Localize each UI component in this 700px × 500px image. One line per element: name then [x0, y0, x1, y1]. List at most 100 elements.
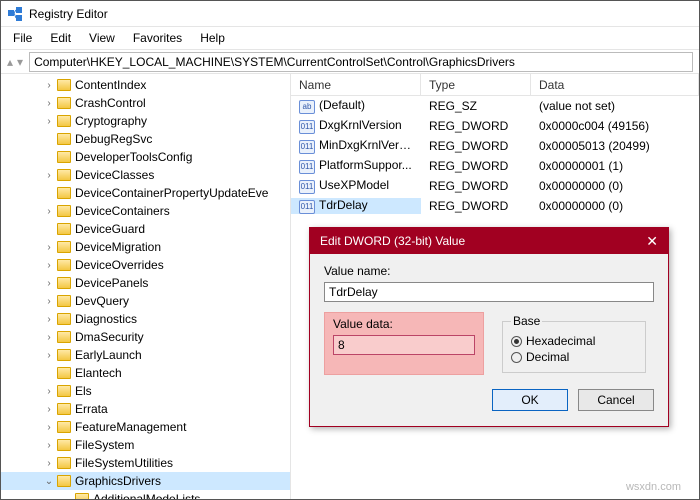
dword-value-icon — [299, 160, 315, 174]
chevron-right-icon[interactable]: › — [43, 404, 55, 415]
tree-item[interactable]: DebugRegSvc — [1, 130, 290, 148]
tree-item[interactable]: ›FeatureManagement — [1, 418, 290, 436]
tree-item[interactable]: Elantech — [1, 364, 290, 382]
value-data-label: Value data: — [333, 317, 475, 331]
down-icon[interactable]: ▾ — [17, 55, 23, 69]
chevron-right-icon[interactable]: › — [43, 440, 55, 451]
folder-icon — [57, 205, 71, 217]
tree-item[interactable]: › Els — [1, 382, 290, 400]
folder-icon — [75, 493, 89, 499]
tree-item[interactable]: › DeviceOverrides — [1, 256, 290, 274]
dword-value-icon — [299, 180, 315, 194]
tree-item-label: Errata — [75, 402, 108, 416]
folder-icon — [57, 241, 71, 253]
radio-dec[interactable]: Decimal — [511, 350, 637, 364]
tree-item[interactable]: ›EarlyLaunch — [1, 346, 290, 364]
value-name: TdrDelay — [319, 198, 368, 212]
chevron-right-icon[interactable]: › — [43, 458, 55, 469]
folder-icon — [57, 187, 71, 199]
value-name: UseXPModel — [319, 178, 389, 192]
tree-item-label: ContentIndex — [75, 78, 146, 92]
tree-panel[interactable]: ›ContentIndex›CrashControl›CryptographyD… — [1, 74, 291, 499]
chevron-right-icon[interactable]: › — [43, 386, 55, 397]
tree-item[interactable]: ⌄ GraphicsDrivers — [1, 472, 290, 490]
tree-item-label: GraphicsDrivers — [75, 474, 161, 488]
chevron-right-icon[interactable]: › — [43, 242, 55, 253]
tree-item[interactable]: › Cryptography — [1, 112, 290, 130]
base-group: Base Hexadecimal Decimal — [494, 312, 654, 375]
chevron-right-icon[interactable]: › — [43, 422, 55, 433]
menu-file[interactable]: File — [5, 29, 40, 47]
address-input[interactable]: Computer\HKEY_LOCAL_MACHINE\SYSTEM\Curre… — [29, 52, 693, 72]
menu-edit[interactable]: Edit — [42, 29, 79, 47]
tree-item[interactable]: ›DevicePanels — [1, 274, 290, 292]
list-row[interactable]: (Default)REG_SZ(value not set) — [291, 96, 699, 116]
list-row[interactable]: DxgKrnlVersionREG_DWORD0x0000c004 (49156… — [291, 116, 699, 136]
tree-item[interactable]: ›DeviceClasses — [1, 166, 290, 184]
list-row[interactable]: UseXPModelREG_DWORD0x00000000 (0) — [291, 176, 699, 196]
value-name-input[interactable]: TdrDelay — [324, 282, 654, 302]
tree-item[interactable]: ›CrashControl — [1, 94, 290, 112]
base-label: Base — [511, 314, 542, 328]
folder-icon — [57, 259, 71, 271]
tree-item[interactable]: › Errata — [1, 400, 290, 418]
radio-hex[interactable]: Hexadecimal — [511, 334, 637, 348]
folder-icon — [57, 349, 71, 361]
list-row[interactable]: PlatformSuppor...REG_DWORD0x00000001 (1) — [291, 156, 699, 176]
registry-editor-window: Registry Editor File Edit View Favorites… — [0, 0, 700, 500]
menu-view[interactable]: View — [81, 29, 123, 47]
chevron-right-icon[interactable]: › — [43, 80, 55, 91]
tree-item-label: FileSystemUtilities — [75, 456, 173, 470]
list-row[interactable]: MinDxgKrnlVersi...REG_DWORD0x00005013 (2… — [291, 136, 699, 156]
tree-item-label: DeviceContainerPropertyUpdateEve — [75, 186, 268, 200]
value-data-input[interactable]: 8 — [333, 335, 475, 355]
tree-item[interactable]: ›Diagnostics — [1, 310, 290, 328]
tree-item[interactable]: ›DmaSecurity — [1, 328, 290, 346]
tree-item-label: DebugRegSvc — [75, 132, 152, 146]
folder-icon — [57, 169, 71, 181]
chevron-right-icon[interactable]: › — [43, 332, 55, 343]
up-icon[interactable]: ▴ — [7, 55, 13, 69]
chevron-right-icon[interactable]: › — [43, 116, 55, 127]
tree-item[interactable]: DeviceGuard — [1, 220, 290, 238]
col-name[interactable]: Name — [291, 74, 421, 95]
close-icon[interactable]: ✕ — [646, 233, 658, 250]
col-data[interactable]: Data — [531, 74, 699, 95]
menu-favorites[interactable]: Favorites — [125, 29, 190, 47]
chevron-right-icon[interactable]: › — [43, 260, 55, 271]
chevron-right-icon[interactable]: › — [43, 170, 55, 181]
cancel-button[interactable]: Cancel — [578, 389, 654, 411]
tree-item-label: Els — [75, 384, 92, 398]
chevron-right-icon[interactable]: › — [43, 278, 55, 289]
list-row[interactable]: TdrDelayREG_DWORD0x00000000 (0) — [291, 196, 699, 216]
tree-item-label: DeviceMigration — [75, 240, 161, 254]
chevron-down-icon[interactable]: ⌄ — [43, 476, 55, 487]
folder-icon — [57, 367, 71, 379]
tree-item-label: Cryptography — [75, 114, 147, 128]
folder-icon — [57, 403, 71, 415]
chevron-right-icon[interactable]: › — [43, 206, 55, 217]
menu-help[interactable]: Help — [192, 29, 233, 47]
ok-button[interactable]: OK — [492, 389, 568, 411]
tree-item[interactable]: ›DevQuery — [1, 292, 290, 310]
dialog-titlebar[interactable]: Edit DWORD (32-bit) Value ✕ — [310, 228, 668, 254]
tree-item[interactable]: DeveloperToolsConfig — [1, 148, 290, 166]
tree-item[interactable]: ›DeviceContainers — [1, 202, 290, 220]
chevron-right-icon[interactable]: › — [43, 296, 55, 307]
folder-icon — [57, 313, 71, 325]
tree-item[interactable]: DeviceContainerPropertyUpdateEve — [1, 184, 290, 202]
tree-item-label: DeviceOverrides — [75, 258, 164, 272]
tree-item[interactable]: › DeviceMigration — [1, 238, 290, 256]
folder-icon — [57, 133, 71, 145]
col-type[interactable]: Type — [421, 74, 531, 95]
tree-item[interactable]: › ContentIndex — [1, 76, 290, 94]
tree-item[interactable]: › FileSystemUtilities — [1, 454, 290, 472]
tree-item[interactable]: AdditionalModeLists — [1, 490, 290, 499]
folder-icon — [57, 439, 71, 451]
chevron-right-icon[interactable]: › — [43, 350, 55, 361]
folder-icon — [57, 457, 71, 469]
folder-icon — [57, 421, 71, 433]
tree-item[interactable]: ›FileSystem — [1, 436, 290, 454]
chevron-right-icon[interactable]: › — [43, 314, 55, 325]
chevron-right-icon[interactable]: › — [43, 98, 55, 109]
